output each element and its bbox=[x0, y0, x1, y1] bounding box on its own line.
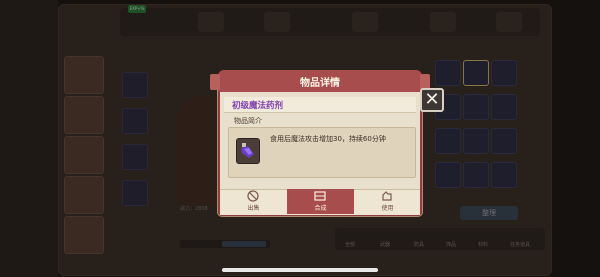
item-detail-dialog: 物品详情 初级魔法药剂 物品简介 食用后魔法攻击增加30，持续60分钟 出售 合… bbox=[210, 70, 430, 216]
game-screen: EXP+% 战力：2808 整理 全部 武器 防具 饰品 材料 任务道具 物品详… bbox=[0, 0, 600, 277]
hand-icon bbox=[382, 191, 392, 201]
combine-icon bbox=[314, 191, 326, 201]
close-button[interactable]: ✕ bbox=[420, 88, 444, 112]
combine-button[interactable]: 合成 bbox=[287, 189, 354, 214]
dialog-header: 物品详情 bbox=[210, 70, 430, 92]
sell-label: 出售 bbox=[247, 205, 260, 212]
potion-icon bbox=[236, 138, 260, 164]
home-indicator[interactable] bbox=[222, 268, 378, 272]
sell-button[interactable]: 出售 bbox=[220, 189, 287, 214]
use-button[interactable]: 使用 bbox=[354, 189, 421, 214]
combine-label: 合成 bbox=[314, 205, 327, 212]
item-name: 初级魔法药剂 bbox=[232, 101, 284, 111]
close-icon: ✕ bbox=[424, 89, 440, 110]
use-label: 使用 bbox=[381, 205, 394, 212]
section-label: 物品简介 bbox=[234, 117, 262, 125]
item-description: 食用后魔法攻击增加30，持续60分钟 bbox=[270, 135, 386, 143]
dialog-title: 物品详情 bbox=[300, 78, 340, 89]
coin-icon bbox=[247, 190, 259, 202]
